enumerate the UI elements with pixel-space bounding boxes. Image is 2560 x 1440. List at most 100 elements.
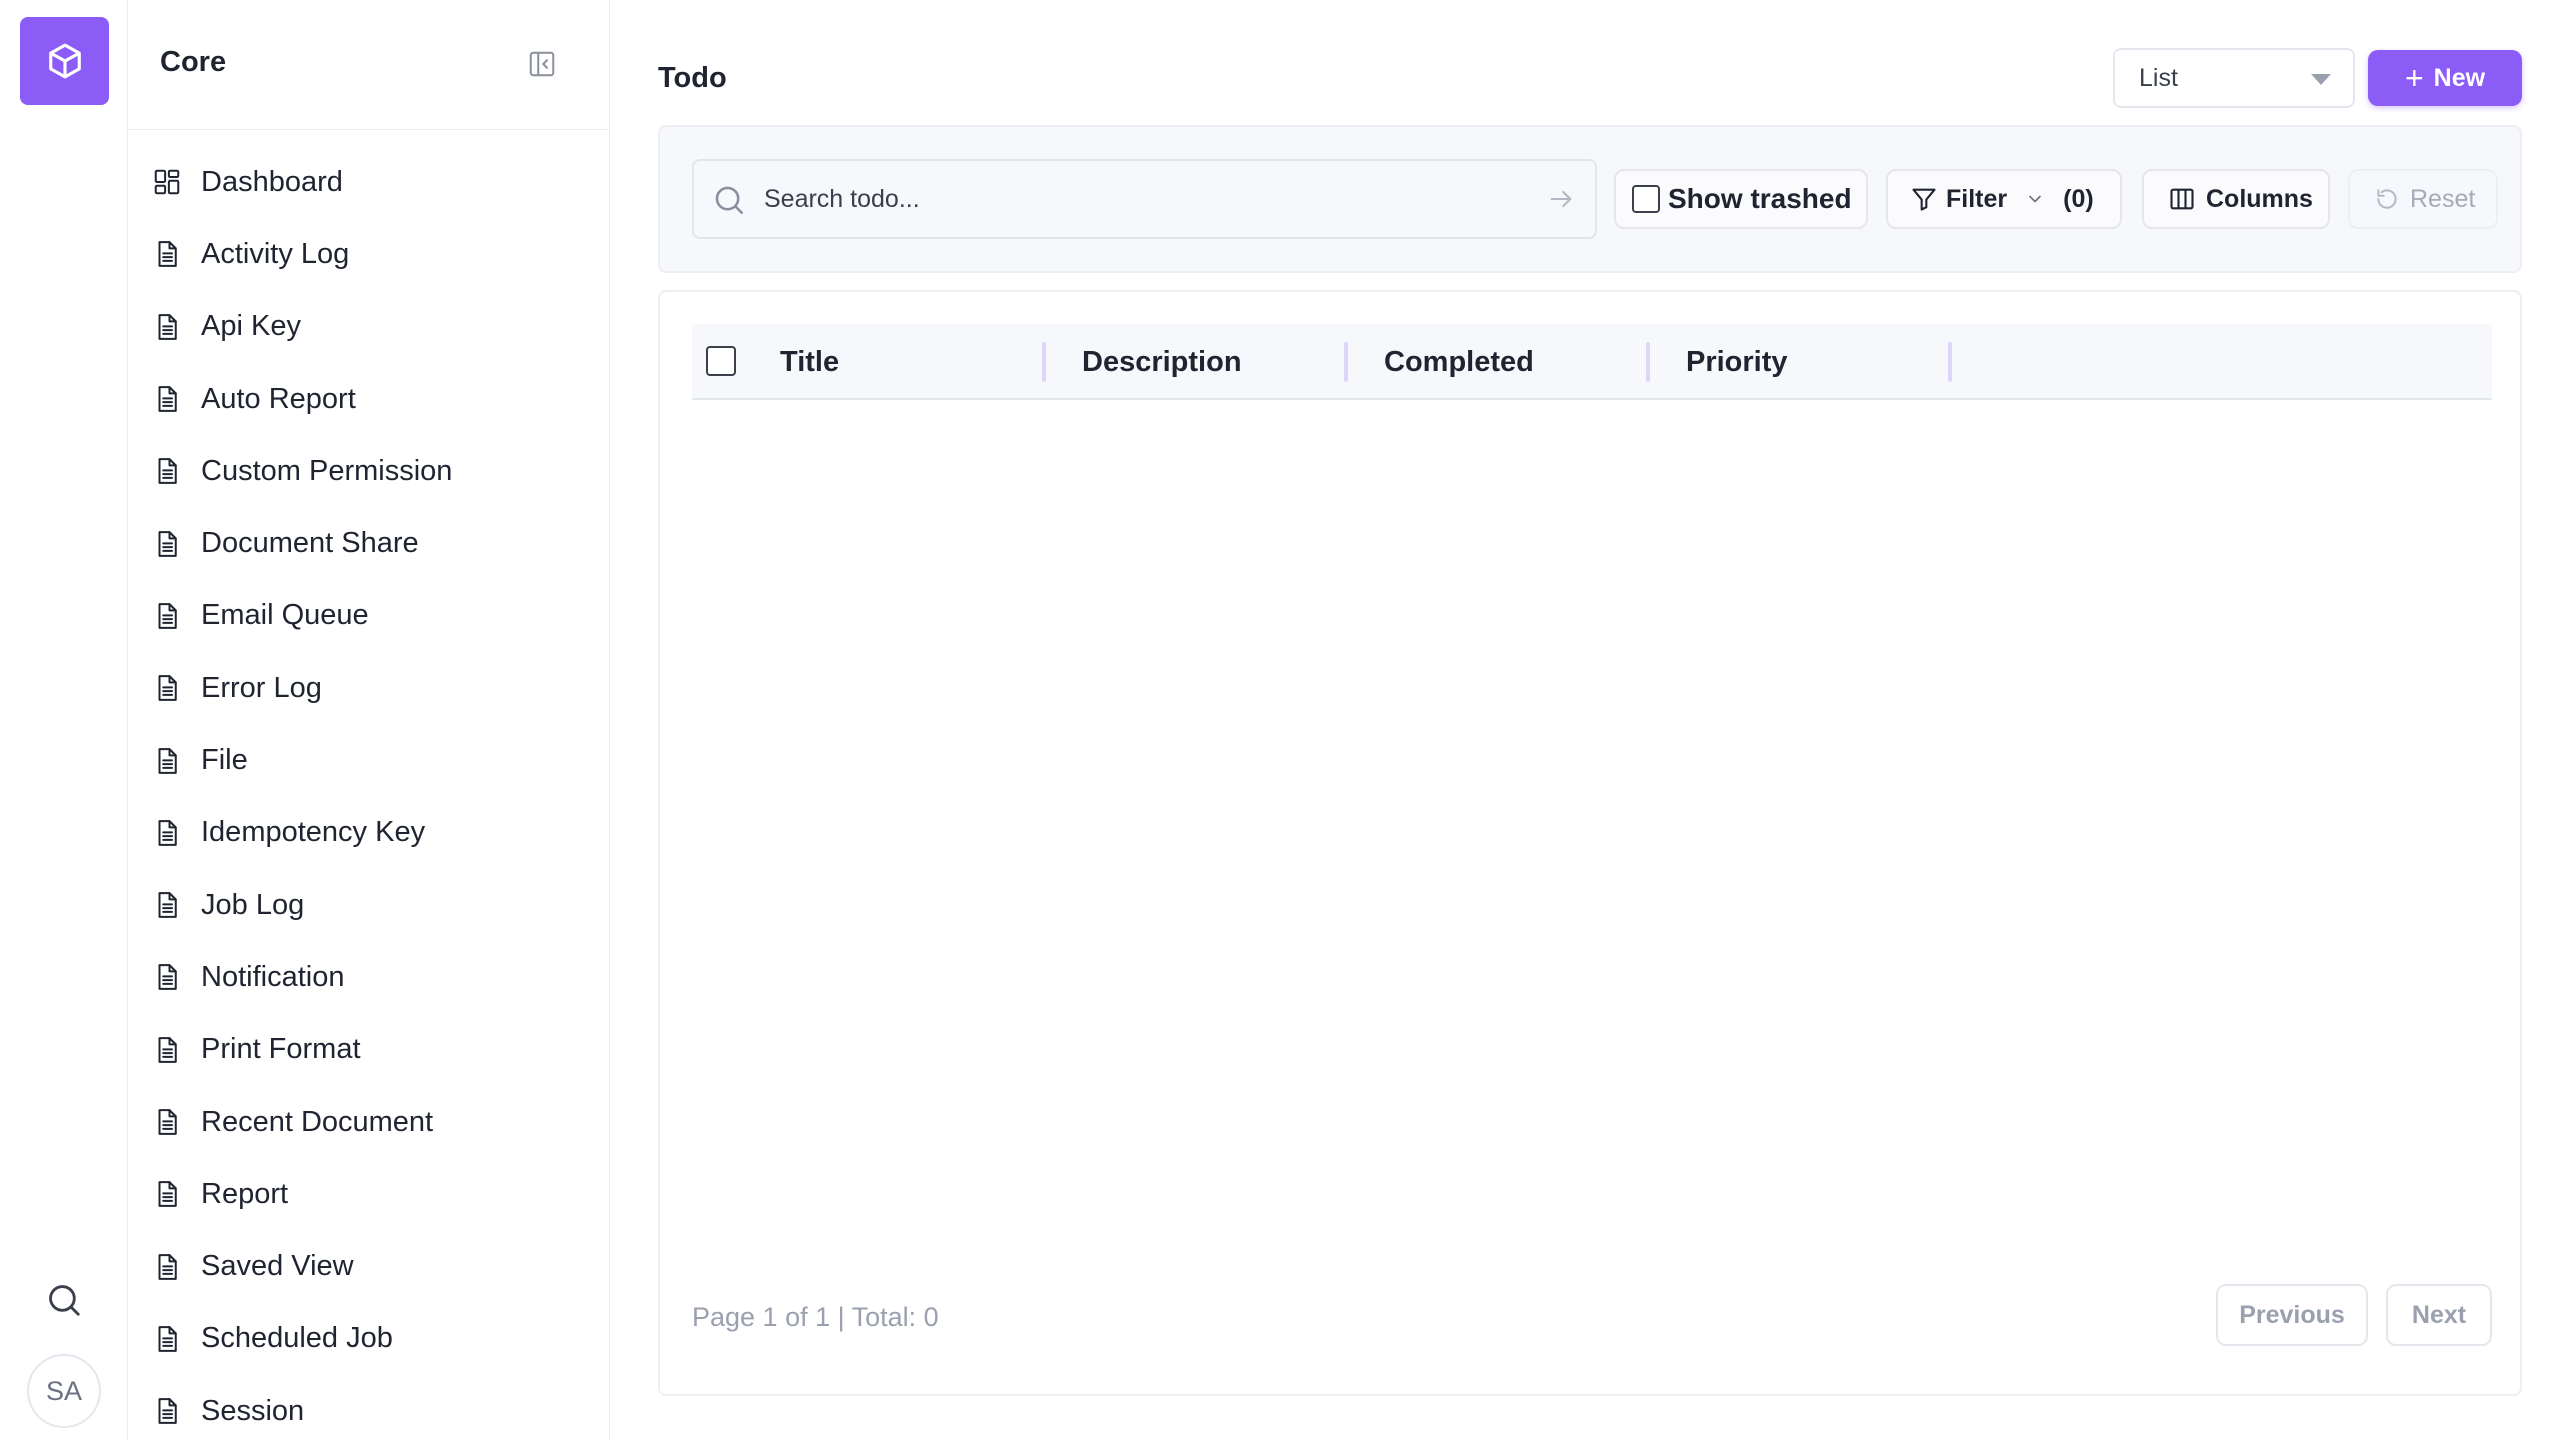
columns-icon [2170, 188, 2194, 210]
document-icon [150, 1394, 184, 1428]
sidebar-item-custom-permission[interactable]: Custom Permission [128, 435, 609, 507]
document-icon [150, 888, 184, 922]
sidebar-item-label: Auto Report [201, 382, 356, 415]
sidebar-item-api-key[interactable]: Api Key [128, 291, 609, 363]
document-icon [150, 744, 184, 778]
sidebar-item-label: File [201, 744, 248, 777]
icon-rail: SA [0, 0, 128, 1440]
plus-icon: + [2404, 60, 2424, 96]
sidebar-item-label: Idempotency Key [201, 816, 426, 849]
reset-button[interactable]: Reset [2348, 169, 2498, 229]
columns-button[interactable]: Columns [2142, 169, 2330, 229]
page-title: Todo [658, 62, 727, 94]
sidebar-item-label: Session [201, 1394, 305, 1427]
sidebar-item-email-queue[interactable]: Email Queue [128, 580, 609, 652]
sidebar-nav: Dashboard Activity Log Api Key Auto Report C… [128, 146, 609, 1440]
sidebar-item-label: Document Share [201, 527, 419, 560]
new-button-label: New [2433, 63, 2486, 92]
sidebar-header: Core [128, 0, 609, 130]
reset-label: Reset [2410, 184, 2476, 213]
previous-page-button[interactable]: Previous [2216, 1284, 2368, 1346]
column-resize-handle[interactable] [1344, 342, 1348, 382]
show-trashed-label: Show trashed [1668, 183, 1852, 214]
sidebar-item-session[interactable]: Session [128, 1375, 609, 1440]
column-resize-handle[interactable] [1042, 342, 1046, 382]
columns-label: Columns [2206, 184, 2313, 213]
document-icon [150, 1322, 184, 1356]
sidebar-item-label: Api Key [201, 310, 301, 343]
sidebar-item-error-log[interactable]: Error Log [128, 652, 609, 724]
sidebar-item-job-log[interactable]: Job Log [128, 869, 609, 941]
document-icon [150, 1105, 184, 1139]
view-mode-value: List [2139, 63, 2178, 92]
document-icon [150, 310, 184, 344]
document-icon [150, 960, 184, 994]
dashboard-icon [150, 165, 184, 199]
filter-icon [1912, 188, 1936, 211]
main-content: Todo List + New Sho [610, 0, 2560, 1440]
document-icon [150, 816, 184, 850]
sidebar-item-dashboard[interactable]: Dashboard [128, 146, 609, 218]
cube-icon [48, 43, 81, 79]
sidebar-item-report[interactable]: Report [128, 1158, 609, 1230]
sidebar-item-label: Saved View [201, 1250, 354, 1283]
filter-count: (0) [2063, 184, 2094, 213]
document-icon [150, 527, 184, 561]
column-header-priority[interactable]: Priority [1686, 324, 1788, 400]
sidebar-item-label: Report [201, 1177, 289, 1210]
column-resize-handle[interactable] [1646, 342, 1650, 382]
sidebar-collapse-icon [529, 51, 555, 77]
global-search-button[interactable] [40, 1276, 88, 1324]
sidebar: Core Dashboard Activity Log Api Key Auto Re… [128, 0, 610, 1440]
sidebar-item-notification[interactable]: Notification [128, 941, 609, 1013]
sidebar-item-scheduled-job[interactable]: Scheduled Job [128, 1303, 609, 1375]
arrow-right-icon[interactable] [1547, 185, 1575, 213]
sidebar-item-print-format[interactable]: Print Format [128, 1014, 609, 1086]
next-page-button[interactable]: Next [2386, 1284, 2492, 1346]
sidebar-item-document-share[interactable]: Document Share [128, 507, 609, 579]
app-root: SA Core Dashboard Activity Log Api Key Auto… [0, 0, 2560, 1440]
column-resize-handle[interactable] [1948, 342, 1952, 382]
sidebar-item-recent-document[interactable]: Recent Document [128, 1086, 609, 1158]
sidebar-item-file[interactable]: File [128, 724, 609, 796]
view-mode-select[interactable]: List [2113, 48, 2355, 108]
document-icon [150, 599, 184, 633]
sidebar-item-label: Activity Log [201, 237, 350, 270]
column-header-description[interactable]: Description [1082, 324, 1242, 400]
pagination-info: Page 1 of 1 | Total: 0 [692, 1302, 939, 1332]
reset-icon [2377, 189, 2397, 209]
show-trashed-checkbox[interactable] [1632, 185, 1660, 213]
filter-button[interactable]: Filter (0) [1886, 169, 2122, 229]
document-icon [150, 237, 184, 271]
sidebar-item-label: Notification [201, 960, 345, 993]
app-logo-button[interactable] [20, 17, 109, 105]
sidebar-item-auto-report[interactable]: Auto Report [128, 363, 609, 435]
column-header-title[interactable]: Title [780, 324, 839, 400]
sidebar-item-saved-view[interactable]: Saved View [128, 1230, 609, 1302]
document-icon [150, 454, 184, 488]
document-icon [150, 1250, 184, 1284]
search-icon [49, 1285, 80, 1316]
document-icon [150, 671, 184, 705]
sidebar-item-activity-log[interactable]: Activity Log [128, 218, 609, 290]
sidebar-item-idempotency-key[interactable]: Idempotency Key [128, 797, 609, 869]
sidebar-item-label: Email Queue [201, 599, 369, 632]
table-header: Title Description Completed Priority [692, 324, 2492, 400]
select-all-checkbox[interactable] [706, 346, 736, 376]
caret-down-icon [2311, 74, 2331, 85]
sidebar-item-label: Dashboard [201, 165, 343, 198]
sidebar-item-label: Error Log [201, 671, 322, 704]
show-trashed-toggle[interactable]: Show trashed [1614, 169, 1868, 229]
collapse-sidebar-button[interactable] [526, 48, 558, 80]
user-avatar[interactable]: SA [27, 1354, 101, 1428]
sidebar-item-label: Scheduled Job [201, 1322, 393, 1355]
search-box [692, 159, 1597, 239]
new-button[interactable]: + New [2368, 50, 2522, 106]
document-icon [150, 1177, 184, 1211]
sidebar-item-label: Recent Document [201, 1105, 434, 1138]
document-icon [150, 382, 184, 416]
search-input[interactable] [764, 177, 1524, 221]
list-toolbar: Show trashed Filter (0) Columns [658, 125, 2522, 273]
filter-label: Filter [1946, 184, 2008, 213]
column-header-completed[interactable]: Completed [1384, 324, 1534, 400]
